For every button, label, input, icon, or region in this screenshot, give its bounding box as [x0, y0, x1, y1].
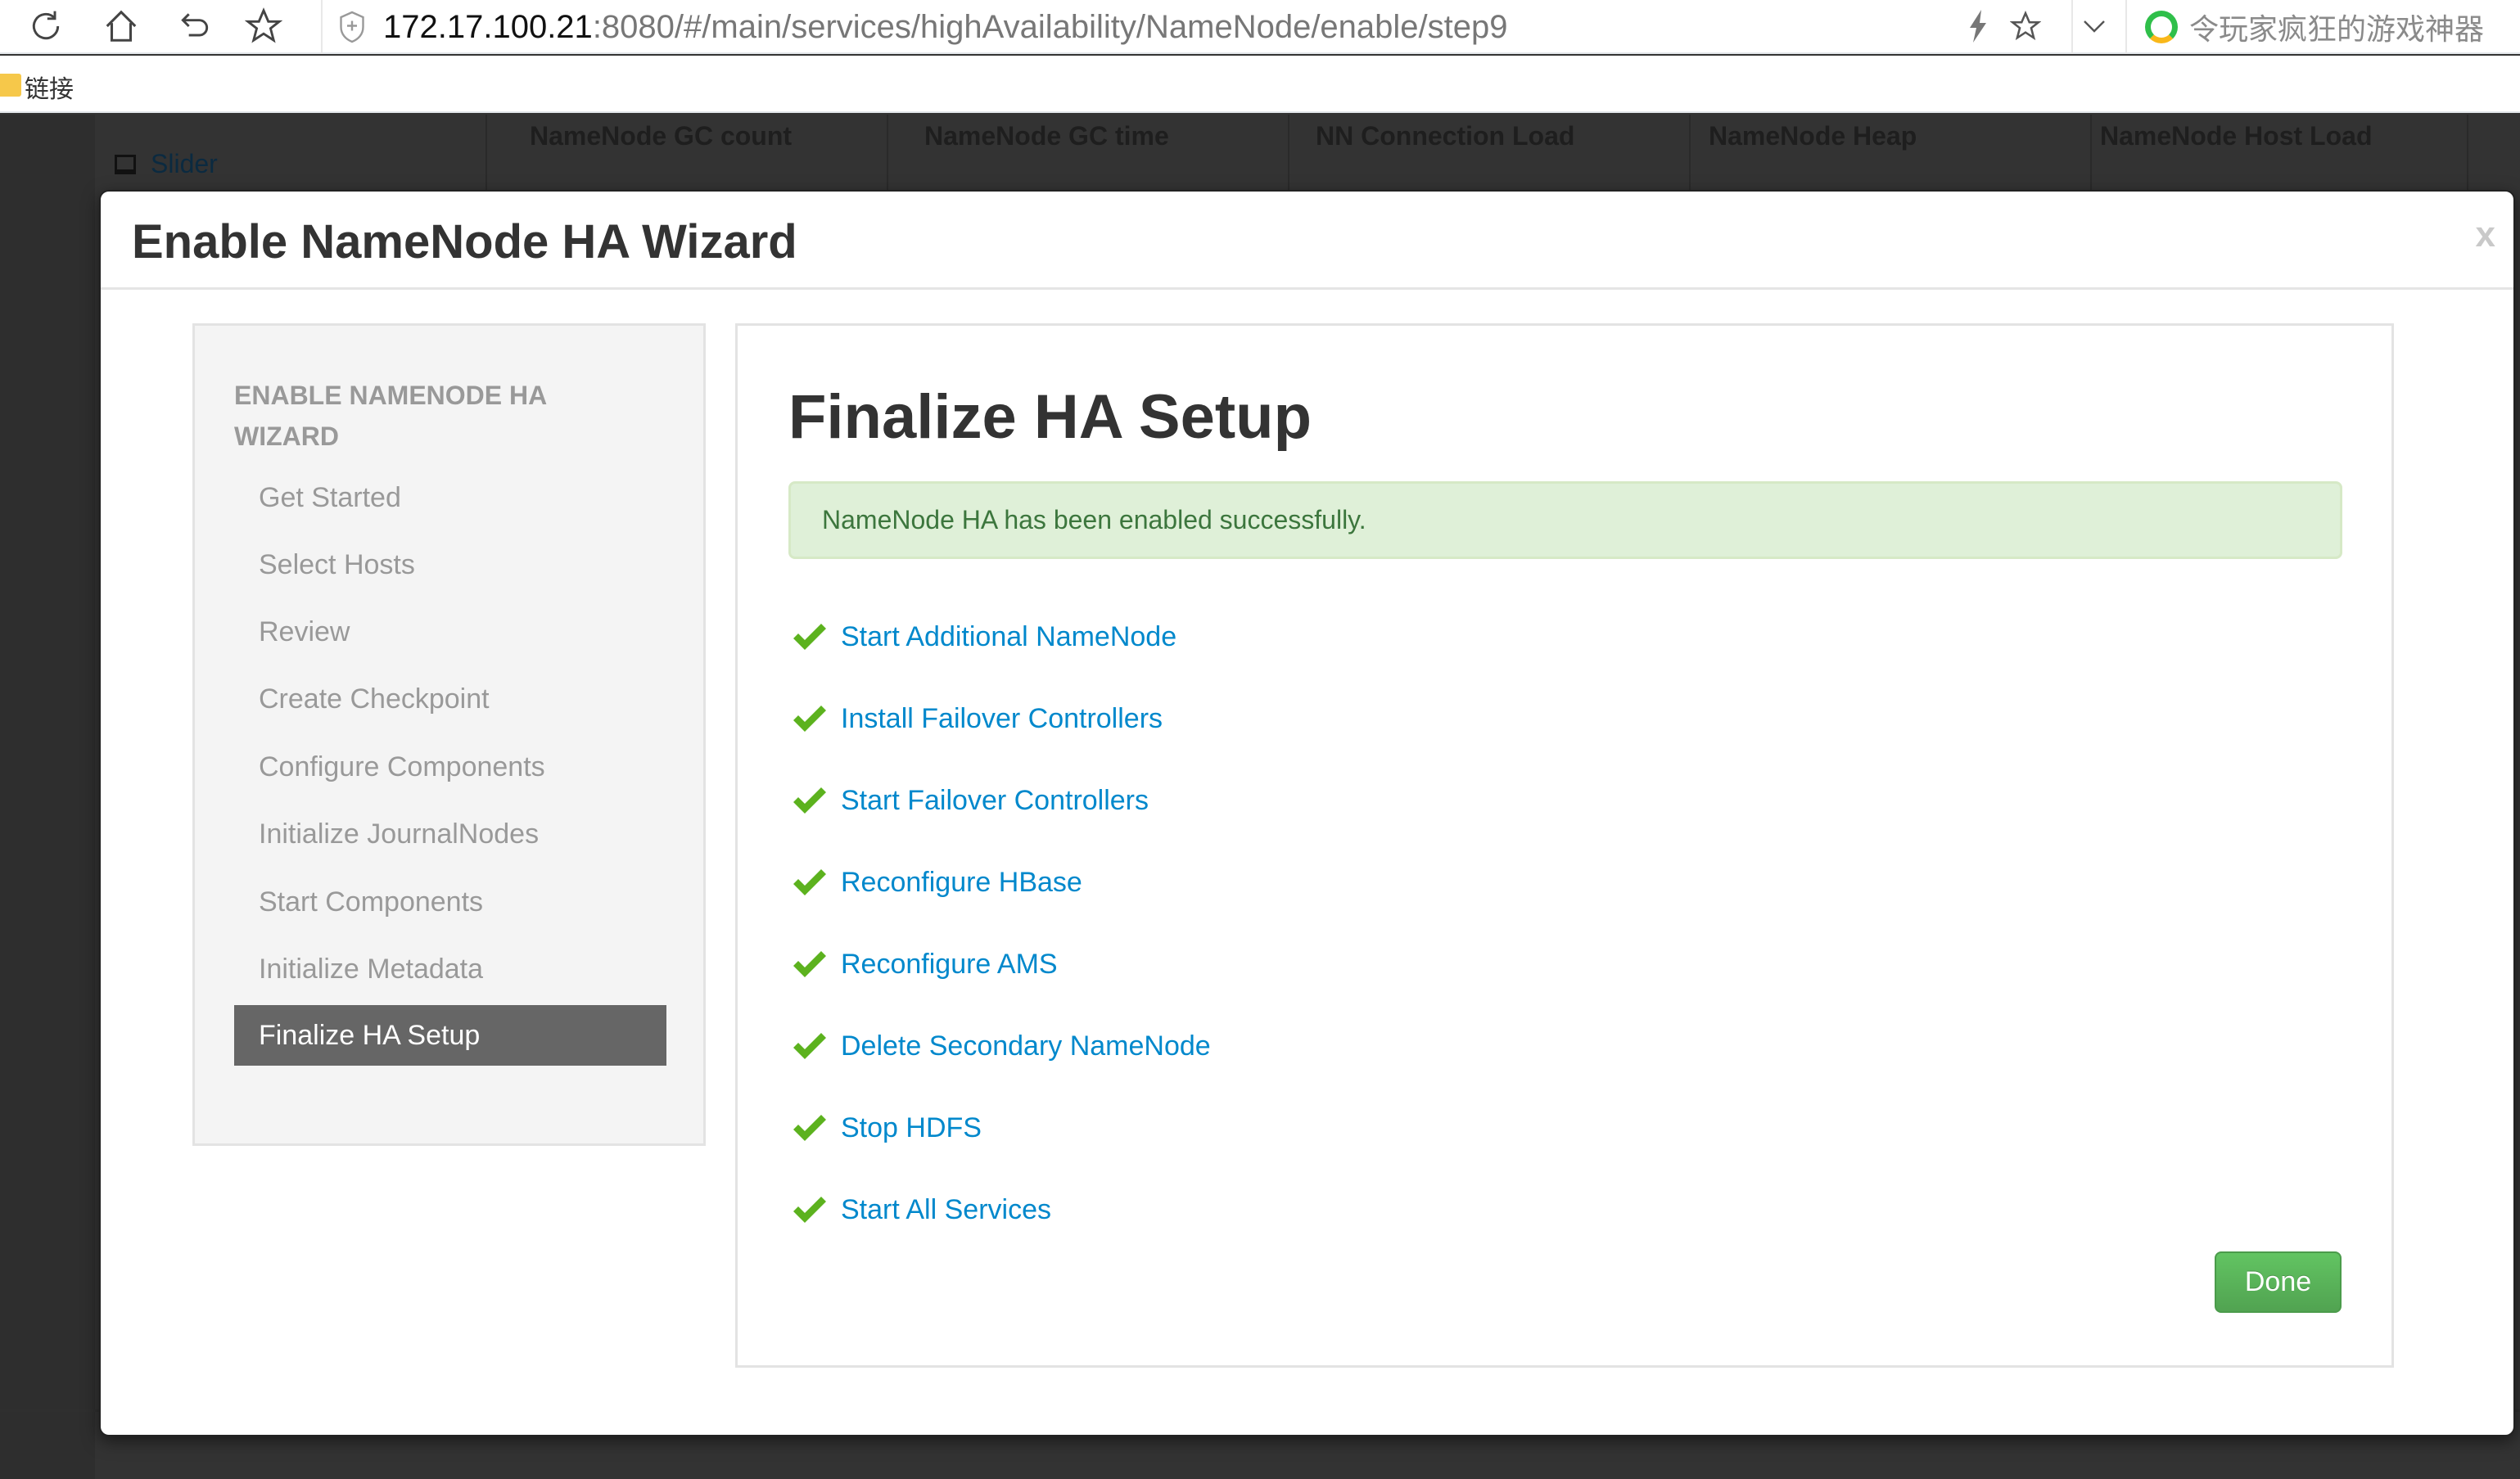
task-row: Reconfigure AMS [792, 940, 1058, 989]
shield-icon [340, 11, 364, 43]
background-column-label: NameNode GC time [924, 121, 1169, 151]
task-row: Install Failover Controllers [792, 694, 1163, 743]
wizard-step-initialize-journalnodes[interactable]: Initialize JournalNodes [234, 804, 666, 864]
wizard-step-initialize-metadata[interactable]: Initialize Metadata [234, 939, 666, 999]
bookmark-star-icon[interactable] [2003, 3, 2048, 49]
wizard-content-panel: Finalize HA Setup NameNode HA has been e… [735, 323, 2394, 1368]
background-left-gutter [0, 115, 95, 1479]
background-column-label: NameNode Heap [1709, 121, 1917, 151]
folder-icon [0, 74, 21, 97]
background-column: NameNode Heap [1691, 115, 2092, 196]
task-row: Start All Services [792, 1185, 1051, 1234]
laptop-icon [115, 154, 136, 174]
address-bar[interactable]: 172.17.100.21:8080/#/main/services/highA… [337, 0, 1508, 54]
background-column: NN Connection Load [1289, 115, 1691, 196]
toolbar-divider [321, 0, 323, 54]
bookmarks-bar: 链接 [0, 56, 2520, 113]
browser-toolbar: 172.17.100.21:8080/#/main/services/highA… [0, 0, 2520, 54]
background-column-label: NameNode Host Load [2100, 121, 2373, 151]
task-link[interactable]: Reconfigure HBase [841, 867, 1082, 899]
star-icon[interactable] [241, 3, 287, 49]
task-row: Reconfigure HBase [792, 858, 1082, 907]
wizard-step-finalize-ha-setup[interactable]: Finalize HA Setup [234, 1005, 666, 1066]
reload-icon[interactable] [23, 3, 69, 49]
task-link[interactable]: Stop HDFS [841, 1112, 982, 1144]
background-slider-link: Slider [115, 149, 218, 179]
background-column: NameNode Host Load [2092, 115, 2468, 196]
enable-namenode-ha-modal: Enable NameNode HA Wizard x ENABLE NAMEN… [99, 190, 2515, 1436]
background-column: NameNode GC count [487, 115, 888, 196]
modal-header: Enable NameNode HA Wizard x [101, 192, 2513, 290]
task-link[interactable]: Start Failover Controllers [841, 785, 1149, 817]
background-column-label: NameNode GC count [530, 121, 793, 151]
sidebar-heading: ENABLE NAMENODE HA WIZARD [234, 381, 547, 451]
background-column-divider [471, 115, 487, 196]
wizard-step-select-hosts[interactable]: Select Hosts [234, 534, 666, 595]
url-path: :8080/#/main/services/highAvailability/N… [592, 8, 1508, 45]
done-button[interactable]: Done [2215, 1251, 2342, 1313]
modal-title: Enable NameNode HA Wizard [132, 215, 797, 268]
close-button[interactable]: x [2476, 214, 2495, 255]
task-link[interactable]: Reconfigure AMS [841, 949, 1058, 981]
bookmark-folder-links[interactable]: 链接 [25, 69, 74, 105]
step-title: Finalize HA Setup [788, 382, 1312, 452]
home-icon[interactable] [98, 3, 144, 49]
wizard-step-review[interactable]: Review [234, 602, 666, 662]
check-icon [793, 706, 826, 732]
wizard-step-start-components[interactable]: Start Components [234, 872, 666, 932]
task-link[interactable]: Start All Services [841, 1194, 1051, 1226]
task-row: Start Failover Controllers [792, 776, 1149, 825]
check-icon [793, 787, 826, 814]
background-column: NameNode GC time [888, 115, 1289, 196]
search-suggestion-text: 令玩家疯狂的游戏神器 [2189, 12, 2485, 46]
check-icon [793, 1197, 826, 1223]
check-icon [793, 1115, 826, 1141]
task-row: Start Additional NameNode [792, 612, 1176, 661]
slider-label: Slider [151, 149, 218, 178]
check-icon [793, 624, 826, 650]
task-row: Stop HDFS [792, 1103, 982, 1152]
check-icon [793, 869, 826, 895]
task-link[interactable]: Delete Secondary NameNode [841, 1030, 1211, 1062]
task-row: Delete Secondary NameNode [792, 1021, 1211, 1071]
toolbar-divider [2125, 0, 2127, 54]
url-host: 172.17.100.21 [383, 8, 593, 45]
undo-icon[interactable] [172, 3, 218, 49]
lightning-icon[interactable] [1955, 3, 2001, 49]
check-icon [793, 1033, 826, 1059]
background-column-label: NN Connection Load [1316, 121, 1575, 151]
search-suggestion[interactable]: 令玩家疯狂的游戏神器 [2145, 0, 2484, 54]
success-alert: NameNode HA has been enabled successfull… [788, 481, 2342, 559]
task-link[interactable]: Start Additional NameNode [841, 621, 1176, 653]
wizard-step-create-checkpoint[interactable]: Create Checkpoint [234, 669, 666, 729]
chevron-down-icon[interactable] [2071, 3, 2117, 49]
task-link[interactable]: Install Failover Controllers [841, 703, 1163, 735]
check-icon [793, 951, 826, 977]
wizard-steps-sidebar: ENABLE NAMENODE HA WIZARD Get Started Se… [192, 323, 706, 1146]
wizard-step-get-started[interactable]: Get Started [234, 467, 666, 528]
search-engine-logo-icon [2145, 11, 2178, 43]
wizard-step-configure-components[interactable]: Configure Components [234, 737, 666, 797]
